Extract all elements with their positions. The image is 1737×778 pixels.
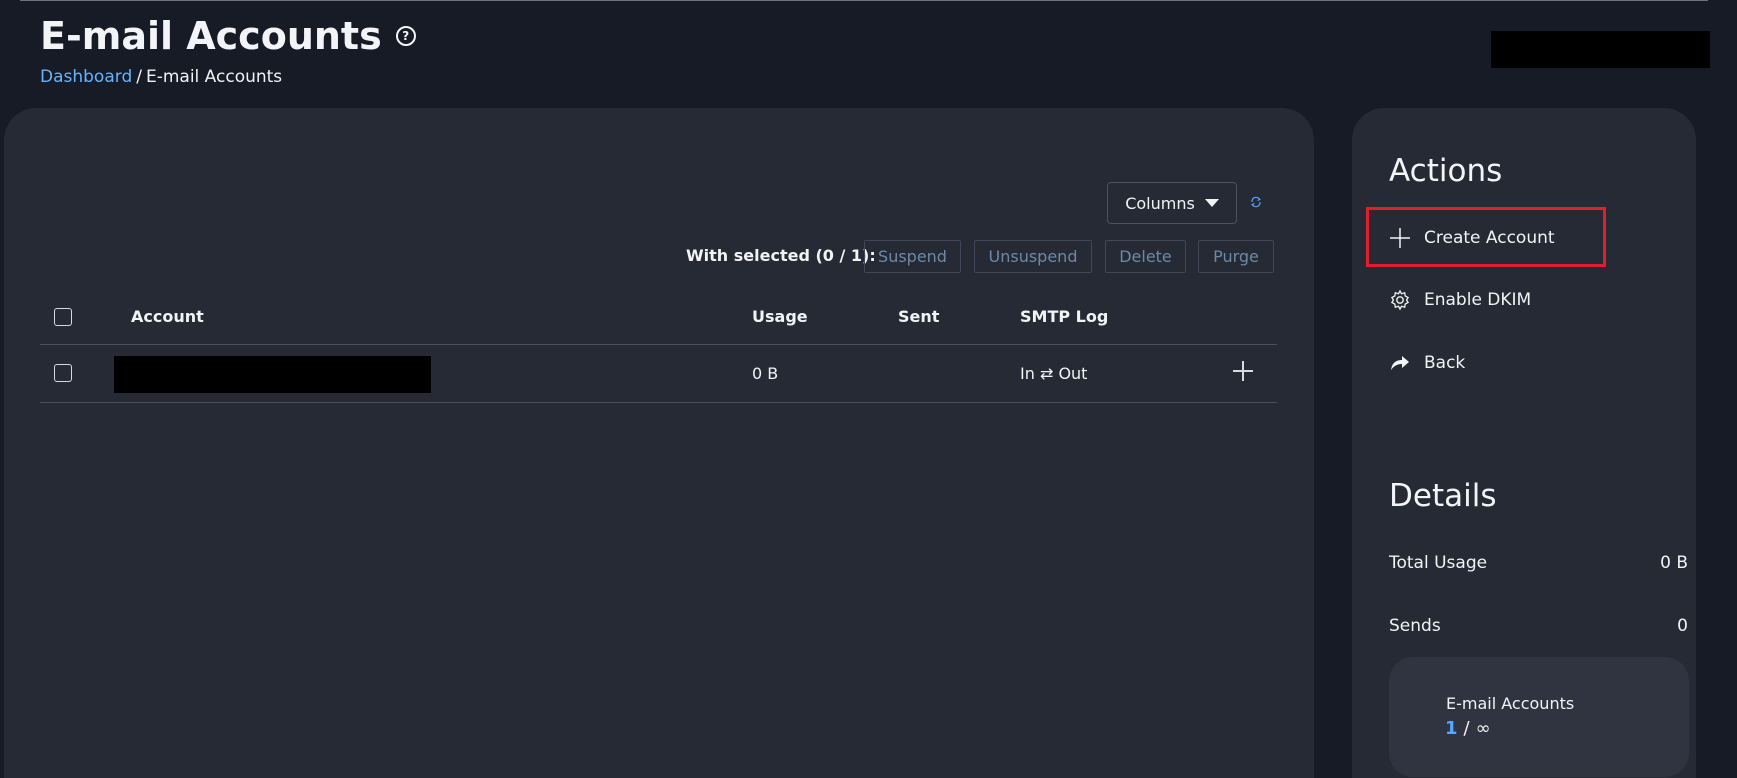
breadcrumb-current: E-mail Accounts	[145, 67, 283, 87]
breadcrumb-dashboard-link[interactable]: Dashboard	[40, 66, 132, 88]
total-usage-label: Total Usage	[1389, 553, 1488, 573]
quota-used: 1	[1445, 718, 1458, 739]
email-accounts-quota-card	[1389, 657, 1689, 777]
refresh-icon[interactable]	[1250, 196, 1262, 208]
row-select-checkbox[interactable]	[54, 364, 72, 382]
quota-title: E-mail Accounts	[1446, 694, 1575, 713]
breadcrumb-separator: /	[136, 67, 142, 87]
table-row-divider	[40, 402, 1277, 403]
columns-dropdown-button[interactable]: Columns	[1107, 182, 1237, 224]
quota-separator: /	[1463, 718, 1470, 739]
enable-dkim-action[interactable]: Enable DKIM	[1389, 286, 1531, 314]
total-usage-value: 0 B	[1660, 553, 1688, 573]
column-header-sent[interactable]: Sent	[898, 307, 939, 326]
enable-dkim-label: Enable DKIM	[1424, 290, 1532, 310]
create-account-highlight	[1366, 207, 1606, 267]
page-title-text: E-mail Accounts	[40, 14, 382, 58]
column-header-smtp-log[interactable]: SMTP Log	[1020, 307, 1108, 326]
share-arrow-icon	[1391, 356, 1409, 370]
sends-label: Sends	[1389, 616, 1441, 636]
caret-down-icon	[1204, 199, 1219, 207]
delete-button[interactable]: Delete	[1105, 240, 1186, 273]
suspend-button[interactable]: Suspend	[864, 240, 961, 273]
column-header-account[interactable]: Account	[131, 307, 204, 326]
help-icon[interactable]: ?	[395, 26, 416, 46]
redacted-account-name	[114, 356, 431, 393]
breadcrumb: Dashboard / E-mail Accounts	[40, 66, 282, 88]
quota-limit: ∞	[1475, 718, 1491, 739]
top-divider	[20, 0, 1708, 1]
page-title: E-mail Accounts ?	[40, 14, 416, 58]
row-usage: 0 B	[752, 364, 779, 383]
gear-icon	[1390, 289, 1410, 311]
actions-title: Actions	[1389, 153, 1503, 189]
purge-button[interactable]: Purge	[1198, 240, 1274, 273]
unsuspend-button[interactable]: Unsuspend	[974, 240, 1092, 273]
row-smtp-log[interactable]: In ⇄ Out	[1020, 364, 1087, 383]
quota-value: 1 / ∞	[1445, 718, 1491, 739]
redacted-user-area	[1491, 31, 1710, 68]
selection-count-label: With selected (0 / 1):	[686, 246, 876, 265]
table-header-divider	[40, 344, 1277, 345]
sends-value: 0	[1677, 616, 1688, 636]
column-header-usage[interactable]: Usage	[752, 307, 808, 326]
select-all-checkbox[interactable]	[54, 308, 72, 326]
expand-row-plus-icon[interactable]	[1233, 361, 1253, 381]
back-action[interactable]: Back	[1389, 349, 1465, 377]
details-title: Details	[1389, 478, 1497, 514]
back-label: Back	[1424, 353, 1466, 373]
columns-label: Columns	[1125, 193, 1195, 213]
